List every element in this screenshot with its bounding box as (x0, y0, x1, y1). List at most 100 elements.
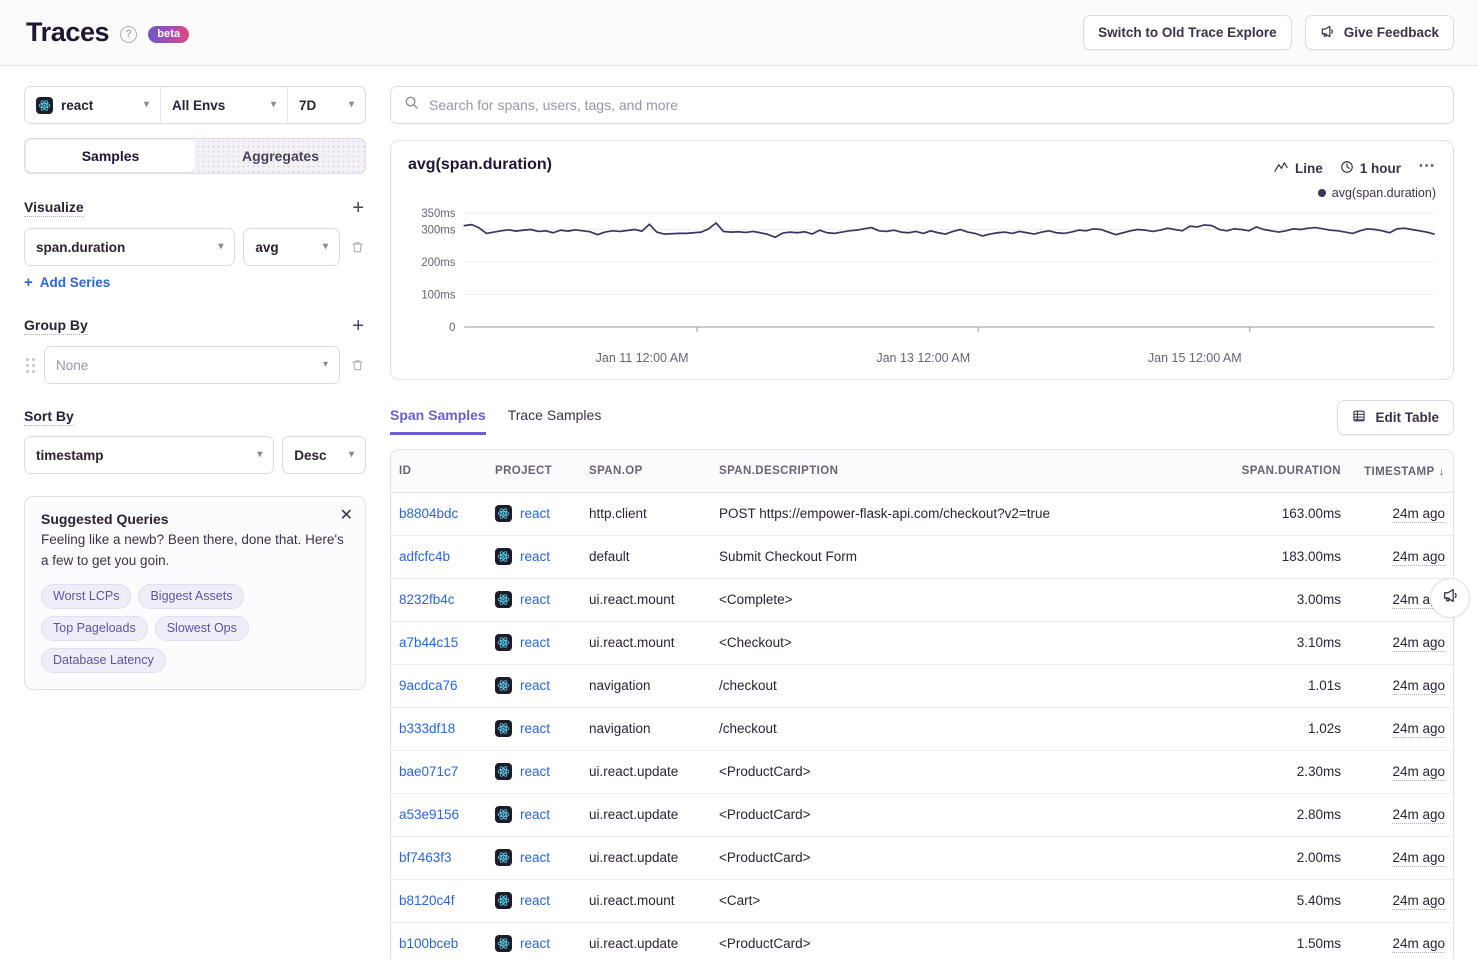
span-id-link[interactable]: a53e9156 (399, 807, 459, 822)
ellipsis-icon[interactable]: ⋯ (1418, 156, 1436, 181)
search-bar[interactable] (390, 86, 1454, 124)
cell-span-duration: 5.40ms (1229, 879, 1349, 922)
span-id-link[interactable]: b8804bdc (399, 506, 458, 521)
timestamp-value[interactable]: 24m ago (1392, 936, 1445, 953)
project-link[interactable]: react (520, 807, 550, 822)
span-id-link[interactable]: bae071c7 (399, 764, 458, 779)
search-input[interactable] (429, 97, 1440, 113)
project-link[interactable]: react (520, 678, 550, 693)
add-visualize-plus-icon[interactable]: + (350, 198, 366, 218)
chart-type-label: Line (1295, 161, 1323, 176)
timestamp-value[interactable]: 24m ago (1392, 506, 1445, 523)
tab-samples[interactable]: Samples (26, 140, 195, 172)
edit-table-button[interactable]: Edit Table (1337, 400, 1454, 435)
close-icon[interactable]: ✕ (340, 508, 353, 524)
sort-by-field-select[interactable]: timestamp ▾ (24, 436, 274, 474)
project-link[interactable]: react (520, 850, 550, 865)
table-row[interactable]: b100bcebreactui.react.update<ProductCard… (391, 922, 1453, 960)
column-header-timestamp[interactable]: TIMESTAMP↓ (1349, 450, 1453, 492)
timestamp-value[interactable]: 24m ago (1392, 678, 1445, 695)
table-row[interactable]: 9acdca76reactnavigation/checkout1.01s24m… (391, 664, 1453, 707)
chart-toolbar: Line 1 hour ⋯ (1274, 156, 1436, 181)
table-header: ID PROJECT SPAN.OP SPAN.DESCRIPTION SPAN… (391, 450, 1453, 492)
floating-feedback-button[interactable] (1430, 578, 1470, 618)
table-row[interactable]: a53e9156reactui.react.update<ProductCard… (391, 793, 1453, 836)
span-id-link[interactable]: b100bceb (399, 936, 458, 951)
suggested-query-pill[interactable]: Worst LCPs (41, 584, 131, 609)
tab-trace-samples[interactable]: Trace Samples (508, 407, 602, 435)
span-id-link[interactable]: 9acdca76 (399, 678, 458, 693)
span-id-link[interactable]: bf7463f3 (399, 850, 452, 865)
cell-span-description: <ProductCard> (711, 836, 1229, 879)
tab-span-samples[interactable]: Span Samples (390, 407, 486, 435)
question-circle-icon[interactable]: ? (120, 26, 137, 43)
project-link[interactable]: react (520, 764, 550, 779)
project-link[interactable]: react (520, 592, 550, 607)
project-link[interactable]: react (520, 549, 550, 564)
table-row[interactable]: b333df18reactnavigation/checkout1.02s24m… (391, 707, 1453, 750)
timestamp-value[interactable]: 24m ago (1392, 850, 1445, 867)
interval-button[interactable]: 1 hour (1340, 160, 1401, 177)
give-feedback-button[interactable]: Give Feedback (1305, 15, 1454, 50)
suggested-queries-body: Feeling like a newb? Been there, done th… (41, 530, 349, 571)
sort-by-field-value: timestamp (36, 448, 104, 463)
suggested-query-pill[interactable]: Slowest Ops (155, 616, 249, 641)
timestamp-value[interactable]: 24m ago (1392, 807, 1445, 824)
project-link[interactable]: react (520, 893, 550, 908)
table-row[interactable]: bae071c7reactui.react.update<ProductCard… (391, 750, 1453, 793)
column-header-id[interactable]: ID (391, 450, 487, 492)
span-id-link[interactable]: 8232fb4c (399, 592, 455, 607)
megaphone-icon (1442, 587, 1459, 609)
span-id-link[interactable]: b333df18 (399, 721, 455, 736)
table-row[interactable]: a7b44c15reactui.react.mount<Checkout>3.1… (391, 621, 1453, 664)
visualize-field-select[interactable]: span.duration ▾ (24, 228, 235, 266)
column-header-project[interactable]: PROJECT (487, 450, 581, 492)
switch-to-old-trace-explore-button[interactable]: Switch to Old Trace Explore (1083, 15, 1292, 50)
cell-project: react (487, 879, 581, 922)
span-id-link[interactable]: adfcfc4b (399, 549, 450, 564)
table-row[interactable]: adfcfc4breactdefaultSubmit Checkout Form… (391, 535, 1453, 578)
cell-span-op: default (581, 535, 711, 578)
table-row[interactable]: b8804bdcreacthttp.clientPOST https://emp… (391, 492, 1453, 535)
suggested-query-pill[interactable]: Database Latency (41, 648, 166, 673)
project-link[interactable]: react (520, 721, 550, 736)
column-header-span-op[interactable]: SPAN.OP (581, 450, 711, 492)
project-link[interactable]: react (520, 506, 550, 521)
column-header-span-duration[interactable]: SPAN.DURATION (1229, 450, 1349, 492)
time-range-selector[interactable]: 7D ▾ (287, 87, 365, 123)
delete-group-by-trash-icon[interactable] (348, 358, 366, 373)
chart-type-button[interactable]: Line (1274, 160, 1323, 177)
chart-plot-area[interactable]: 350ms300ms200ms100ms0 (408, 204, 1436, 349)
timestamp-value[interactable]: 24m ago (1392, 893, 1445, 910)
tab-aggregates[interactable]: Aggregates (196, 139, 365, 173)
delete-visualize-trash-icon[interactable] (348, 240, 366, 255)
timestamp-value[interactable]: 24m ago (1392, 549, 1445, 566)
react-logo-icon (495, 634, 512, 651)
table-row[interactable]: 8232fb4creactui.react.mount<Complete>3.0… (391, 578, 1453, 621)
timestamp-value[interactable]: 24m ago (1392, 764, 1445, 781)
project-selector[interactable]: react ▾ (25, 87, 160, 123)
cell-span-op: ui.react.update (581, 922, 711, 960)
span-id-link[interactable]: a7b44c15 (399, 635, 458, 650)
sort-direction-select[interactable]: Desc ▾ (282, 436, 366, 474)
chevron-down-icon: ▾ (323, 242, 328, 252)
timestamp-value[interactable]: 24m ago (1392, 721, 1445, 738)
suggested-query-pill[interactable]: Top Pageloads (41, 616, 148, 641)
environment-selector[interactable]: All Envs ▾ (160, 87, 287, 123)
visualize-aggregate-select[interactable]: avg ▾ (243, 228, 340, 266)
project-link[interactable]: react (520, 936, 550, 951)
sort-by-section-header: Sort By (24, 408, 366, 426)
add-series-button[interactable]: + Add Series (24, 275, 110, 290)
drag-handle-icon[interactable] (24, 358, 36, 373)
add-group-by-plus-icon[interactable]: + (350, 316, 366, 336)
suggested-query-pill[interactable]: Biggest Assets (138, 584, 244, 609)
span-id-link[interactable]: b8120c4f (399, 893, 455, 908)
table-row[interactable]: bf7463f3reactui.react.update<ProductCard… (391, 836, 1453, 879)
group-by-select[interactable]: None ▾ (44, 346, 340, 384)
cell-span-op: ui.react.update (581, 793, 711, 836)
column-header-span-description[interactable]: SPAN.DESCRIPTION (711, 450, 1229, 492)
table-body: b8804bdcreacthttp.clientPOST https://emp… (391, 492, 1453, 960)
project-link[interactable]: react (520, 635, 550, 650)
timestamp-value[interactable]: 24m ago (1392, 635, 1445, 652)
table-row[interactable]: b8120c4freactui.react.mount<Cart>5.40ms2… (391, 879, 1453, 922)
